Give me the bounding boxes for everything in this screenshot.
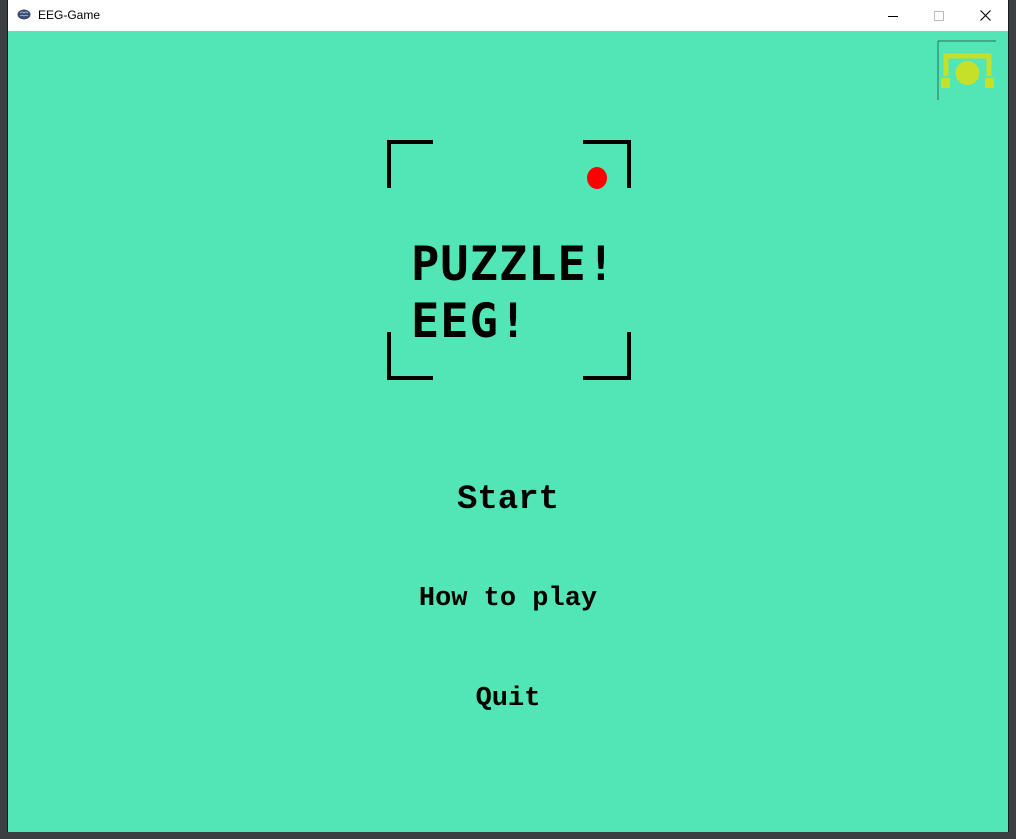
maximize-button[interactable] (916, 0, 962, 31)
minimize-button[interactable] (870, 0, 916, 31)
quit-button[interactable]: Quit (8, 683, 1008, 715)
close-icon (979, 10, 991, 21)
logo-line-2: EEG! (411, 294, 529, 349)
game-logo-title: PUZZLE! EEG! (411, 236, 616, 350)
game-canvas: PUZZLE! EEG! Start How to play Quit (8, 31, 1008, 832)
desktop-background-left (0, 0, 8, 839)
brain-icon (17, 9, 31, 20)
start-button[interactable]: Start (8, 480, 1008, 520)
desktop-background-right (1008, 0, 1016, 839)
record-dot-icon (587, 167, 607, 189)
window-title: EEG-Game (38, 8, 101, 22)
logo-line-1: PUZZLE! (411, 237, 617, 292)
how-to-play-button[interactable]: How to play (8, 583, 1008, 615)
minimize-icon (888, 15, 898, 17)
desktop-background-bottom (0, 832, 1016, 839)
game-window: EEG-Game PUZZLE! EEG! Start How to play … (8, 0, 1008, 832)
window-titlebar[interactable]: EEG-Game (8, 0, 1008, 31)
maximize-icon (934, 10, 944, 21)
headset-icon[interactable] (937, 40, 997, 100)
close-button[interactable] (962, 0, 1008, 31)
